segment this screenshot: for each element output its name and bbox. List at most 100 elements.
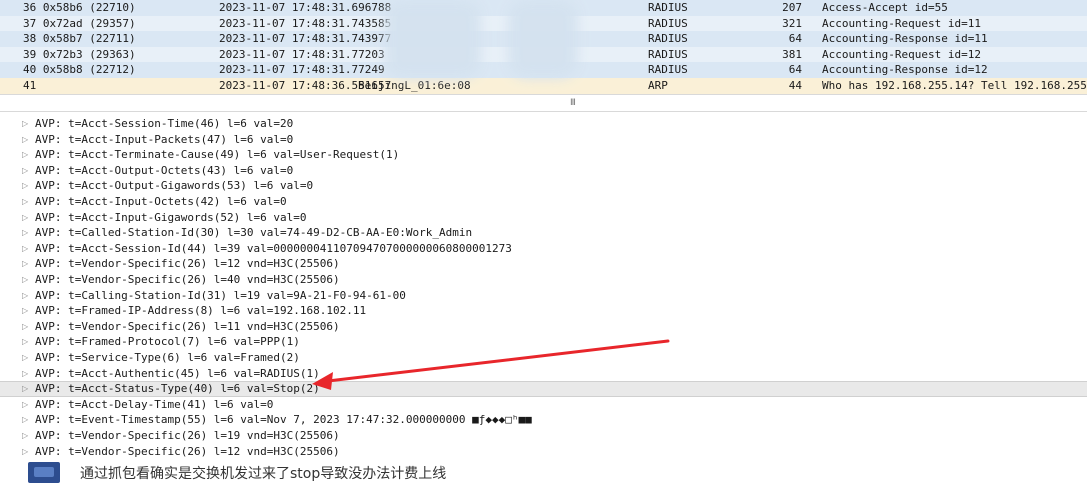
packet-length: 64 [788, 63, 802, 77]
expand-triangle-icon[interactable]: ▷ [22, 366, 28, 382]
tree-item[interactable]: ▷ AVP: t=Framed-IP-Address(8) l=6 val=192… [0, 303, 1087, 319]
packet-number: 37 0x72ad (29357) [23, 16, 136, 30]
avatar [28, 462, 60, 483]
tree-item[interactable]: ▷ AVP: t=Vendor-Specific(26) l=40 vnd=H3C… [0, 272, 1087, 288]
expand-triangle-icon[interactable]: ▷ [22, 241, 28, 257]
expand-triangle-icon[interactable]: ▷ [22, 132, 28, 148]
packet-protocol: ARP [648, 79, 668, 92]
expand-triangle-icon[interactable]: ▷ [22, 350, 28, 366]
tree-item[interactable]: ▷ AVP: t=Acct-Input-Packets(47) l=6 val=0 [0, 132, 1087, 148]
expand-triangle-icon[interactable]: ▷ [22, 397, 28, 413]
packet-time: 2023-11-07 17:48:31.77203 [219, 47, 385, 61]
packet-length: 44 [788, 79, 802, 92]
expand-triangle-icon[interactable]: ▷ [22, 444, 28, 460]
tree-item[interactable]: ▷ AVP: t=Vendor-Specific(26) l=19 vnd=H3C… [0, 428, 1087, 444]
packet-time: 2023-11-07 17:48:31.743977 [219, 32, 392, 46]
tree-item-label: AVP: t=Vendor-Specific(26) l=40 vnd=H3C(… [35, 273, 340, 286]
expand-triangle-icon[interactable]: ▷ [22, 303, 28, 319]
packet-length: 207 [782, 1, 802, 14]
packet-number: 38 0x58b7 (22711) [23, 32, 136, 46]
tree-item-label: AVP: t=Framed-Protocol(7) l=6 val=PPP(1) [35, 335, 300, 349]
splitter-grip-icon[interactable]: III [570, 98, 576, 108]
expand-triangle-icon[interactable]: ▷ [22, 272, 28, 288]
packet-row[interactable]: 41 2023-11-07 17:48:36.551657 BeijingL_01:… [0, 78, 1087, 94]
packet-protocol: RADIUS [648, 1, 688, 14]
packet-info: Accounting-Response id=11 [822, 32, 988, 46]
tree-item[interactable]: ▷ AVP: t=Acct-Output-Octets(43) l=6 val=0 [0, 163, 1087, 179]
tree-item[interactable]: ▷ AVP: t=Acct-Session-Time(46) l=6 val=20 [0, 116, 1087, 132]
packet-number: 39 0x72b3 (29363) [23, 47, 136, 61]
expand-triangle-icon[interactable]: ▷ [22, 382, 28, 396]
tree-item[interactable]: ▷ AVP: t=Acct-Input-Gigawords(52) l=6 val… [0, 210, 1087, 226]
tree-item-label: AVP: t=Vendor-Specific(26) l=11 vnd=H3C(… [35, 319, 340, 333]
tree-item-label: AVP: t=Vendor-Specific(26) l=12 vnd=H3C(… [35, 444, 340, 458]
tree-item-label: AVP: t=Acct-Input-Gigawords(52) l=6 val=… [35, 210, 307, 224]
expand-triangle-icon[interactable]: ▷ [22, 194, 28, 210]
tree-item-label: AVP: t=Acct-Delay-Time(41) l=6 val=0 [35, 397, 274, 411]
tree-item[interactable]: ▷ AVP: t=Event-Timestamp(55) l=6 val=Nov … [0, 412, 1087, 428]
packet-info: Accounting-Request id=12 [822, 47, 981, 61]
packet-length: 64 [788, 32, 802, 46]
tree-item-label: AVP: t=Event-Timestamp(55) l=6 val=Nov 7… [35, 413, 532, 427]
tree-item[interactable]: ▷ AVP: t=Framed-Protocol(7) l=6 val=PPP(1… [0, 334, 1087, 350]
caption-text: 通过抓包看确实是交换机发过来了stop导致没办法计费上线 [80, 466, 447, 482]
expand-triangle-icon[interactable]: ▷ [22, 116, 28, 132]
packet-length: 321 [782, 16, 802, 30]
redaction-blur [508, 0, 578, 78]
tree-item-label: AVP: t=Calling-Station-Id(31) l=19 val=9… [35, 288, 406, 302]
packet-protocol: RADIUS [648, 47, 688, 61]
expand-triangle-icon[interactable]: ▷ [22, 225, 28, 241]
expand-triangle-icon[interactable]: ▷ [22, 178, 28, 194]
packet-time: 2023-11-07 17:48:31.696788 [219, 1, 392, 14]
tree-item-label: AVP: t=Acct-Output-Gigawords(53) l=6 val… [35, 179, 314, 193]
expand-triangle-icon[interactable]: ▷ [22, 256, 28, 272]
packet-source: BeijingL_01:6e:08 [358, 79, 471, 92]
tree-item[interactable]: ▷ AVP: t=Vendor-Specific(26) l=12 vnd=H3C… [0, 256, 1087, 272]
packet-info: Who has 192.168.255.14? Tell 192.168.255… [822, 79, 1087, 92]
expand-triangle-icon[interactable]: ▷ [22, 412, 28, 428]
tree-item[interactable]: ▷ AVP: t=Called-Station-Id(30) l=30 val=7… [0, 225, 1087, 241]
tree-item[interactable]: ▷ AVP: t=Vendor-Specific(26) l=11 vnd=H3C… [0, 319, 1087, 335]
expand-triangle-icon[interactable]: ▷ [22, 428, 28, 444]
tree-item-label: AVP: t=Acct-Authentic(45) l=6 val=RADIUS… [35, 366, 320, 380]
tree-item-label: AVP: t=Acct-Session-Id(44) l=39 val=0000… [35, 241, 512, 255]
packet-info: Access-Accept id=55 [822, 1, 948, 14]
expand-triangle-icon[interactable]: ▷ [22, 163, 28, 179]
tree-item[interactable]: ▷ AVP: t=Vendor-Specific(26) l=12 vnd=H3C… [0, 444, 1087, 460]
tree-item[interactable]: ▷ AVP: t=Service-Type(6) l=6 val=Framed(2… [0, 350, 1087, 366]
packet-list: 41 2023-11-07 17:48:36.551657 BeijingL_01:… [0, 0, 1087, 94]
expand-triangle-icon[interactable]: ▷ [22, 334, 28, 350]
tree-item-label: AVP: t=Acct-Input-Octets(42) l=6 val=0 [35, 195, 287, 208]
caption-bar: 通过抓包看确实是交换机发过来了stop导致没办法计费上线 [0, 460, 1087, 483]
packet-protocol: RADIUS [648, 16, 688, 30]
tree-item[interactable]: ▷ AVP: t=Acct-Input-Octets(42) l=6 val=0 [0, 194, 1087, 210]
packet-number: 36 0x58b6 (22710) [23, 1, 136, 14]
packet-number: 41 [23, 79, 37, 92]
tree-item-label: AVP: t=Acct-Output-Octets(43) l=6 val=0 [35, 163, 294, 177]
pane-splitter[interactable]: III [0, 94, 1087, 112]
tree-item-selected[interactable]: ▷ AVP: t=Acct-Status-Type(40) l=6 val=Sto… [0, 381, 1087, 397]
tree-item[interactable]: ▷ AVP: t=Calling-Station-Id(31) l=19 val=… [0, 288, 1087, 304]
tree-item-label: AVP: t=Vendor-Specific(26) l=12 vnd=H3C(… [35, 257, 340, 271]
packet-length: 381 [782, 47, 802, 61]
tree-item[interactable]: ▷ AVP: t=Acct-Authentic(45) l=6 val=RADIU… [0, 366, 1087, 382]
tree-item-label: AVP: t=Service-Type(6) l=6 val=Framed(2) [35, 351, 300, 364]
redaction-blur [385, 0, 481, 78]
expand-triangle-icon[interactable]: ▷ [22, 319, 28, 335]
packet-time: 2023-11-07 17:48:31.743585 [219, 16, 392, 30]
tree-item[interactable]: ▷ AVP: t=Acct-Terminate-Cause(49) l=6 val… [0, 147, 1087, 163]
tree-item[interactable]: ▷ AVP: t=Acct-Session-Id(44) l=39 val=000… [0, 241, 1087, 257]
expand-triangle-icon[interactable]: ▷ [22, 147, 28, 163]
tree-item[interactable]: ▷ AVP: t=Acct-Delay-Time(41) l=6 val=0 [0, 397, 1087, 413]
packet-detail-tree: ▷ AVP: t=Acct-Session-Time(46) l=6 val=20… [0, 116, 1087, 460]
packet-time: 2023-11-07 17:48:31.77249 [219, 63, 385, 77]
expand-triangle-icon[interactable]: ▷ [22, 288, 28, 304]
tree-item-label: AVP: t=Acct-Status-Type(40) l=6 val=Stop… [35, 382, 320, 396]
packet-protocol: RADIUS [648, 63, 688, 77]
packet-info: Accounting-Request id=11 [822, 16, 981, 30]
tree-item[interactable]: ▷ AVP: t=Acct-Output-Gigawords(53) l=6 va… [0, 178, 1087, 194]
tree-item-label: AVP: t=Acct-Terminate-Cause(49) l=6 val=… [35, 148, 400, 162]
expand-triangle-icon[interactable]: ▷ [22, 210, 28, 226]
tree-item-label: AVP: t=Framed-IP-Address(8) l=6 val=192.… [35, 304, 367, 318]
tree-item-label: AVP: t=Called-Station-Id(30) l=30 val=74… [35, 226, 473, 240]
